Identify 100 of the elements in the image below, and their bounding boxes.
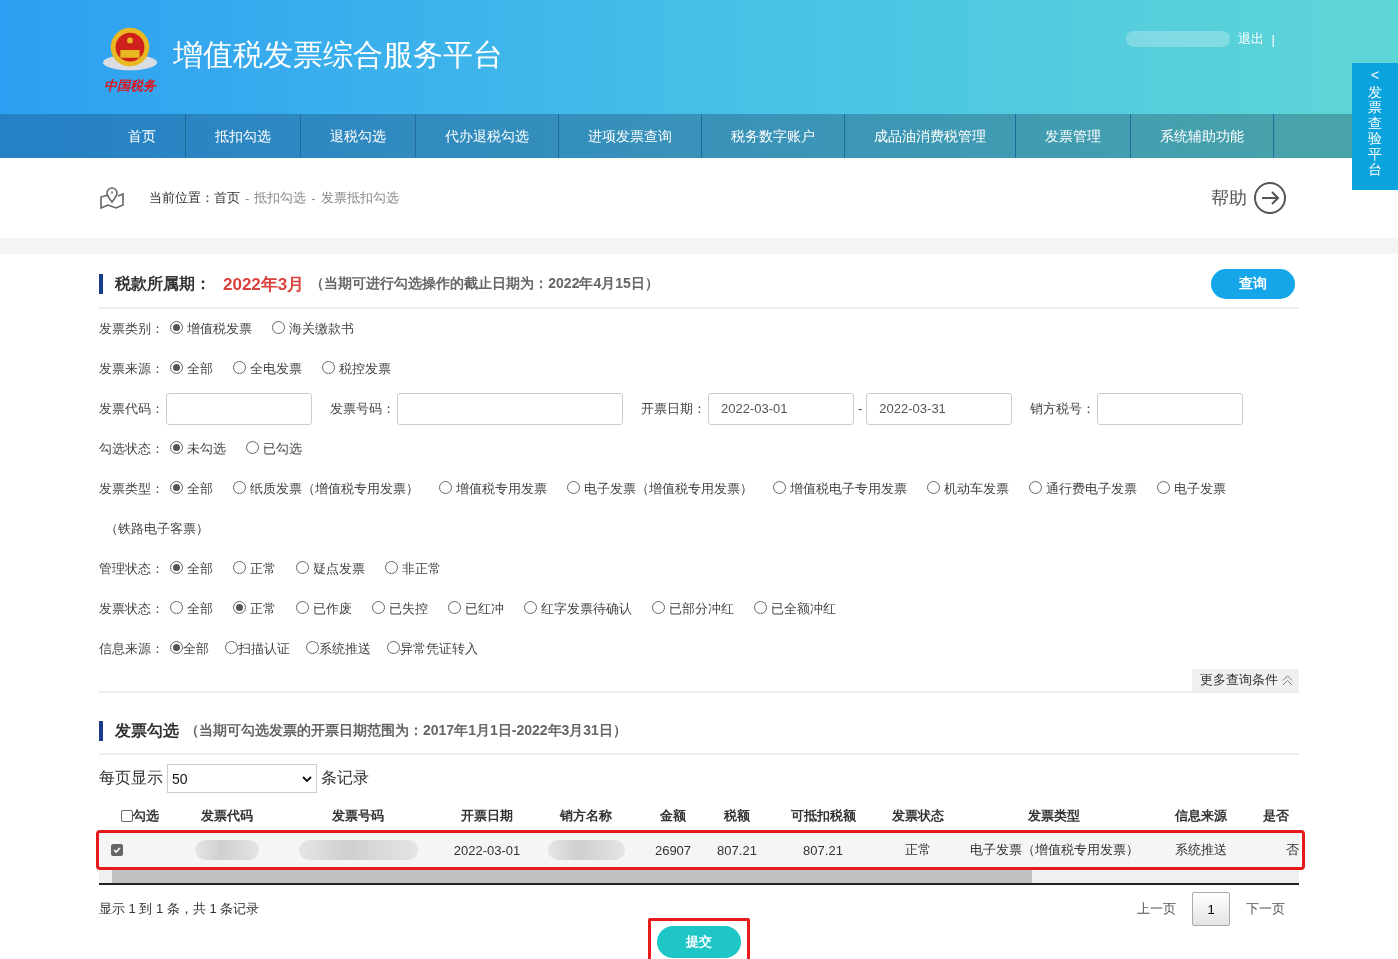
radio-option[interactable]: 未勾选 xyxy=(170,441,226,456)
date-range-note: （当期可勾选发票的开票日期范围为：2017年1月1日-2022年3月31日） xyxy=(185,722,627,740)
radio-option[interactable]: 全部 xyxy=(170,601,213,616)
radio-option[interactable]: 全部 xyxy=(170,361,213,376)
page-size-label: 每页显示 xyxy=(99,768,163,788)
table-cell: 否 xyxy=(1286,841,1299,859)
table-cell: 807.21 xyxy=(717,842,757,858)
arrow-right-icon[interactable] xyxy=(1253,181,1287,215)
radio-option[interactable]: 疑点发票 xyxy=(296,561,365,576)
deadline-note: （当期可进行勾选操作的截止日期为：2022年4月15日） xyxy=(310,275,659,293)
radio-option[interactable]: 增值税专用发票 xyxy=(439,481,547,496)
date-field[interactable]: 2022-03-01 xyxy=(708,393,854,425)
input-field[interactable] xyxy=(397,393,623,425)
table-cell: 系统推送 xyxy=(1175,841,1227,859)
radio-option[interactable]: 已作废 xyxy=(296,601,352,616)
radio-option[interactable]: 全部 xyxy=(170,561,213,576)
radio-option[interactable]: 异常凭证转入 xyxy=(387,641,478,656)
table-row[interactable]: 2022-03-01 26907 807.21 807.21 正常 电子发票（增值税专用发票） 系统推送 否 xyxy=(99,833,1299,867)
chevron-up-icon xyxy=(1282,674,1293,686)
nav-item[interactable]: 进项发票查询 xyxy=(559,114,702,158)
filter-label: 勾选状态： xyxy=(99,441,164,456)
radio-option[interactable]: 通行费电子发票 xyxy=(1029,481,1137,496)
radio-option[interactable]: 正常 xyxy=(233,561,276,576)
filter-label: 发票类型： xyxy=(99,481,164,496)
horizontal-scrollbar[interactable] xyxy=(99,870,1299,885)
column-header: 税额 xyxy=(724,807,750,825)
table-cell: 807.21 xyxy=(803,842,843,858)
radio-option[interactable]: 系统推送 xyxy=(306,641,371,656)
radio-option[interactable]: 电子发票 xyxy=(1157,481,1226,496)
breadcrumb-label: 当前位置： xyxy=(149,189,214,207)
radio-option[interactable]: 机动车发票 xyxy=(927,481,1009,496)
column-header: 发票代码 xyxy=(201,807,253,825)
column-header: 开票日期 xyxy=(461,807,513,825)
nav-item[interactable]: 抵扣勾选 xyxy=(186,114,301,158)
column-header: 发票号码 xyxy=(332,807,384,825)
section-title: 税款所属期： xyxy=(115,273,211,294)
field-label: 开票日期： xyxy=(641,400,706,418)
page-size-select[interactable]: 50 xyxy=(167,764,317,793)
radio-option[interactable]: 税控发票 xyxy=(322,361,391,376)
next-page-link[interactable]: 下一页 xyxy=(1246,900,1285,918)
radio-option[interactable]: 红字发票待确认 xyxy=(524,601,632,616)
nav-item[interactable]: 退税勾选 xyxy=(301,114,416,158)
breadcrumb-link[interactable]: 首页 xyxy=(214,189,240,207)
column-header: 可抵扣税额 xyxy=(790,807,856,825)
filter-label: 管理状态： xyxy=(99,561,164,576)
checkbox[interactable] xyxy=(111,844,123,856)
table-cell: 2022-03-01 xyxy=(453,842,521,858)
checkbox[interactable] xyxy=(121,810,133,822)
radio-option[interactable]: 已红冲 xyxy=(448,601,504,616)
table-cell: 26907 xyxy=(654,842,692,858)
table-cell: 正常 xyxy=(905,841,931,859)
breadcrumb-link[interactable]: 发票抵扣勾选 xyxy=(320,189,399,207)
caret-icon xyxy=(302,775,312,782)
nav-item[interactable]: 代办退税勾选 xyxy=(416,114,559,158)
radio-option[interactable]: 扫描认证 xyxy=(225,641,290,656)
prev-page-link[interactable]: 上一页 xyxy=(1137,900,1176,918)
column-header: 勾选 xyxy=(133,807,159,825)
column-header: 发票类型 xyxy=(1028,807,1080,825)
table-cell: 电子发票（增值税专用发票） xyxy=(969,841,1139,859)
period-value: 2022年3月 xyxy=(223,273,305,296)
logo-caption: 中国税务 xyxy=(104,78,156,94)
breadcrumb-separator: - xyxy=(311,190,316,206)
radio-option[interactable]: 已部分冲红 xyxy=(652,601,734,616)
more-conditions-link[interactable]: 更多查询条件 xyxy=(1192,669,1299,691)
site-title: 增值税发票综合服务平台 xyxy=(173,36,503,73)
radio-option[interactable]: 增值税电子专用发票 xyxy=(773,481,907,496)
breadcrumb-separator: - xyxy=(245,190,250,206)
radio-option[interactable]: 纸质发票（增值税专用发票） xyxy=(233,481,419,496)
radio-option[interactable]: 非正常 xyxy=(385,561,441,576)
separator-text: | xyxy=(1271,31,1275,47)
date-field[interactable]: 2022-03-31 xyxy=(866,393,1013,425)
section-title: 发票勾选 xyxy=(115,720,179,741)
column-header: 销方名称 xyxy=(560,807,612,825)
input-field[interactable] xyxy=(166,393,312,425)
radio-option[interactable]: 全电发票 xyxy=(233,361,302,376)
radio-option[interactable]: 电子发票（增值税专用发票） xyxy=(567,481,753,496)
help-link[interactable]: 帮助 xyxy=(1211,186,1247,210)
radio-option-label[interactable]: （铁路电子客票） xyxy=(105,521,209,536)
column-header: 是否 xyxy=(1263,807,1289,825)
field-label: 销方税号： xyxy=(1030,400,1096,418)
redacted-blur xyxy=(194,840,260,860)
radio-option[interactable]: 全部 xyxy=(170,481,213,496)
page-size-label: 条记录 xyxy=(321,768,369,788)
filter-label: 信息来源： xyxy=(99,641,164,656)
filter-label: 发票类别： xyxy=(99,321,164,336)
range-separator: - xyxy=(858,400,863,418)
breadcrumb-link[interactable]: 抵扣勾选 xyxy=(254,189,307,207)
input-field[interactable] xyxy=(1097,393,1244,425)
radio-option[interactable]: 全部 xyxy=(170,641,209,656)
record-count: 显示 1 到 1 条，共 1 条记录 xyxy=(99,900,260,918)
radio-option[interactable]: 正常 xyxy=(233,601,276,616)
page-button[interactable]: 1 xyxy=(1192,892,1230,926)
nav-item[interactable]: 首页 xyxy=(99,114,186,158)
radio-option[interactable]: 海关缴款书 xyxy=(272,321,354,336)
radio-option[interactable]: 已勾选 xyxy=(246,441,302,456)
radio-option[interactable]: 已全额冲红 xyxy=(754,601,836,616)
field-label: 发票代码： xyxy=(99,400,164,418)
radio-option[interactable]: 增值税发票 xyxy=(170,321,252,336)
location-icon xyxy=(99,186,125,210)
radio-option[interactable]: 已失控 xyxy=(372,601,428,616)
